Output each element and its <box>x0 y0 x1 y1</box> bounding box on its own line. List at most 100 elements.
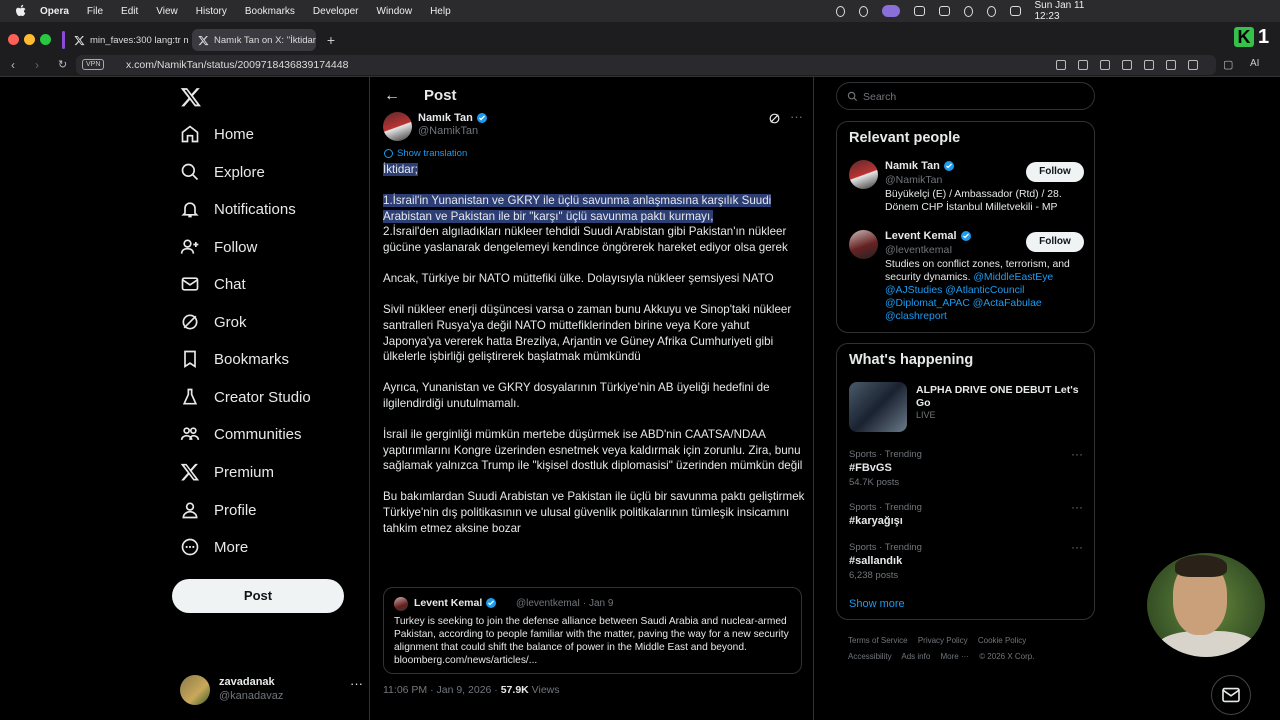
author-avatar[interactable] <box>383 112 412 141</box>
nav-more[interactable]: More <box>180 532 248 562</box>
camera-icon[interactable] <box>1078 60 1088 70</box>
footer-link[interactable]: More ··· <box>941 652 969 661</box>
nav-chat[interactable]: Chat <box>180 269 246 299</box>
trend-posts: 54.7K posts <box>849 477 900 488</box>
more-horizontal-icon[interactable]: ··· <box>350 676 363 691</box>
footer-link[interactable]: Ads info <box>901 652 930 661</box>
reload-button[interactable]: ↻ <box>58 58 67 71</box>
zoom-window-button[interactable] <box>40 34 51 45</box>
nav-creator-studio[interactable]: Creator Studio <box>180 382 311 412</box>
vpn-badge[interactable]: VPN <box>82 59 105 70</box>
shield-icon[interactable] <box>1100 60 1110 70</box>
event-card[interactable]: ALPHA DRIVE ONE DEBUT Let's Go LIVE <box>849 382 1089 434</box>
cube-icon[interactable]: ▢ <box>1223 58 1233 71</box>
trend-item[interactable]: Sports · Trending #sallandık 6,238 posts… <box>849 540 1089 581</box>
menu-history[interactable]: History <box>196 6 227 17</box>
messages-floating-button[interactable] <box>1211 675 1251 715</box>
show-more-link[interactable]: Show more <box>849 598 905 610</box>
avatar <box>180 675 210 705</box>
minimize-window-button[interactable] <box>24 34 35 45</box>
browser-tab-search[interactable]: min_faves:300 lang:tr m <box>68 29 188 51</box>
compose-post-button[interactable]: Post <box>172 579 344 613</box>
nav-notifications[interactable]: Notifications <box>180 194 296 224</box>
play-icon[interactable] <box>963 5 973 17</box>
menu-view[interactable]: View <box>156 6 178 17</box>
grok-icon[interactable] <box>768 112 781 125</box>
status-pill-icon[interactable] <box>882 5 901 17</box>
menu-developer[interactable]: Developer <box>313 6 359 17</box>
send-icon[interactable] <box>1122 60 1132 70</box>
menu-clock[interactable]: Sun Jan 11 12:23 <box>1035 0 1097 22</box>
back-arrow-icon[interactable]: ← <box>384 87 400 105</box>
nav-grok[interactable]: Grok <box>180 307 247 337</box>
url-actions <box>1056 60 1198 70</box>
url-field[interactable]: VPN x.com/NamikTan/status/20097184368391… <box>76 55 1216 75</box>
relevant-people-panel: Relevant people Namık Tan @NamikTan Büyü… <box>836 121 1095 333</box>
grok-icon <box>182 314 198 330</box>
more-horizontal-icon[interactable]: ··· <box>790 109 803 124</box>
quote-author-row: Levent Kemal <box>414 597 497 609</box>
k1-extension-badge[interactable]: K1 <box>1234 25 1278 49</box>
nav-label: Bookmarks <box>214 350 290 368</box>
x-logo-icon[interactable] <box>180 86 202 108</box>
nav-communities[interactable]: Communities <box>180 419 302 449</box>
nav-explore[interactable]: Explore <box>180 157 265 187</box>
person-card[interactable]: Levent Kemal @leventkemaI Studies on con… <box>849 230 1089 330</box>
post-paragraph: İsrail ile gerginliği mümkün mertebe düş… <box>383 428 803 473</box>
home-icon <box>181 125 199 143</box>
show-translation-link[interactable]: Show translation <box>384 148 467 159</box>
quoted-post[interactable]: Levent Kemal @leventkemaI · Jan 9 Turkey… <box>383 587 802 674</box>
status-icon[interactable] <box>859 5 869 17</box>
browser-tab-active[interactable]: Namık Tan on X: "İktidar <box>192 29 316 51</box>
follow-button[interactable]: Follow <box>1026 232 1084 252</box>
menu-bookmarks[interactable]: Bookmarks <box>245 6 295 17</box>
ai-button[interactable]: AI <box>1250 58 1259 69</box>
menu-edit[interactable]: Edit <box>121 6 138 17</box>
menu-file[interactable]: File <box>87 6 103 17</box>
forward-nav-button[interactable]: › <box>35 58 39 72</box>
battery-icon[interactable] <box>938 6 950 16</box>
footer-link[interactable]: Cookie Policy <box>978 636 1026 645</box>
footer-link[interactable]: Privacy Policy <box>918 636 968 645</box>
status-icon[interactable] <box>914 6 925 16</box>
footer-link[interactable]: Accessibility <box>848 652 892 661</box>
account-switcher[interactable]: zavadanak @kanadavaz ··· <box>180 673 363 705</box>
footer-link[interactable]: Terms of Service <box>848 636 908 645</box>
trend-item[interactable]: Sports · Trending #karyağışı ··· <box>849 500 1089 527</box>
profile-icon[interactable] <box>1188 60 1198 70</box>
close-window-button[interactable] <box>8 34 19 45</box>
menu-app-name[interactable]: Opera <box>40 6 69 17</box>
more-horizontal-icon[interactable]: ··· <box>1071 540 1083 554</box>
apple-logo-icon[interactable] <box>14 4 28 18</box>
search-input[interactable]: Search <box>836 82 1095 110</box>
moon-icon[interactable] <box>986 5 996 17</box>
tab-label: Namık Tan on X: "İktidar <box>214 34 316 46</box>
status-icon[interactable] <box>836 5 846 17</box>
nav-premium[interactable]: Premium <box>180 457 274 487</box>
person-card[interactable]: Namık Tan @NamikTan Büyükelçi (E) / Amba… <box>849 160 1089 220</box>
nav-follow[interactable]: Follow <box>180 232 257 262</box>
nav-profile[interactable]: Profile <box>180 495 257 525</box>
trend-item[interactable]: Sports · Trending #FBvGS 54.7K posts ··· <box>849 447 1089 488</box>
author-name-row[interactable]: Namık Tan <box>418 112 488 124</box>
menu-window[interactable]: Window <box>377 6 413 17</box>
post-timestamp[interactable]: 11:06 PM · Jan 9, 2026 · <box>383 684 501 696</box>
heart-icon[interactable] <box>1144 60 1154 70</box>
nav-home[interactable]: Home <box>180 119 254 149</box>
nav-bookmarks[interactable]: Bookmarks <box>180 344 289 374</box>
menu-help[interactable]: Help <box>430 6 451 17</box>
x-logo-icon <box>74 35 85 45</box>
download-icon[interactable] <box>1166 60 1176 70</box>
event-status: LIVE <box>916 410 936 420</box>
control-center-icon[interactable] <box>1009 6 1021 16</box>
new-tab-button[interactable]: + <box>324 33 338 47</box>
person-icon <box>182 502 198 519</box>
follow-button[interactable]: Follow <box>1026 162 1084 182</box>
author-handle[interactable]: @NamikTan <box>418 125 478 137</box>
more-horizontal-icon[interactable]: ··· <box>1071 500 1083 514</box>
panel-title: What's happening <box>849 352 974 368</box>
url-text[interactable]: x.com/NamikTan/status/200971843683917444… <box>126 59 348 71</box>
edit-icon[interactable] <box>1056 60 1066 70</box>
back-nav-button[interactable]: ‹ <box>11 58 15 72</box>
more-horizontal-icon[interactable]: ··· <box>1071 447 1083 461</box>
